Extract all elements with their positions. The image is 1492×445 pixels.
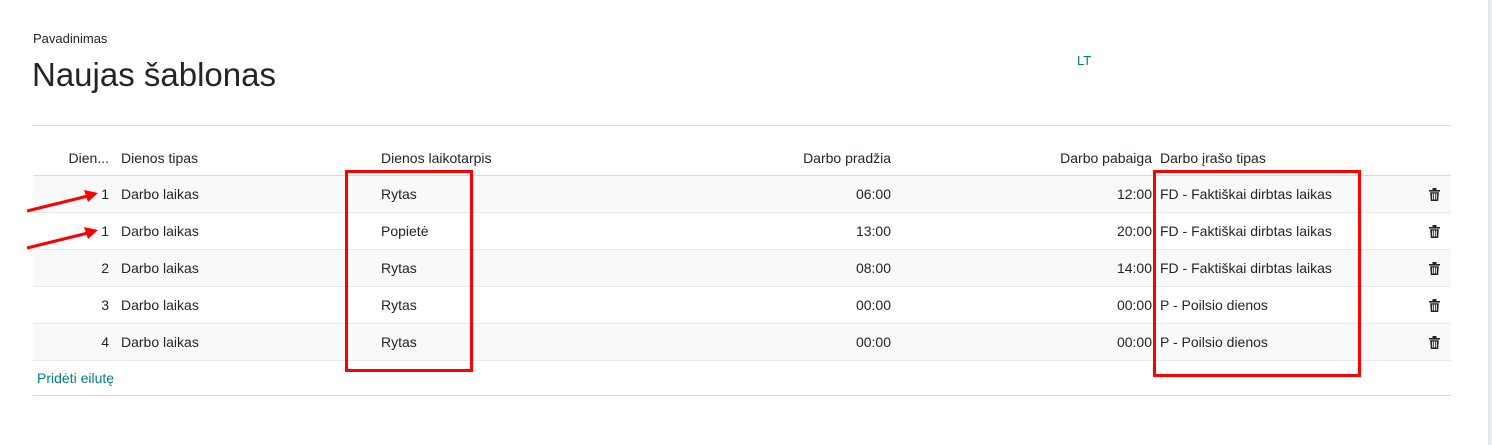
day-type-cell[interactable]: Darbo laikas <box>121 324 371 360</box>
annotation-box-period <box>345 170 473 372</box>
end-cell[interactable]: 00:00 <box>901 287 1152 323</box>
trash-icon <box>1428 187 1440 201</box>
delete-button[interactable] <box>1421 287 1447 323</box>
day-type-cell[interactable]: Darbo laikas <box>121 213 371 249</box>
start-cell[interactable]: 00:00 <box>691 287 891 323</box>
end-cell[interactable]: 20:00 <box>901 213 1152 249</box>
divider <box>33 125 1451 126</box>
annotation-arrow-icon <box>26 227 98 250</box>
day-cell[interactable]: 4 <box>33 324 109 360</box>
day-type-cell[interactable]: Darbo laikas <box>121 176 371 212</box>
start-cell[interactable]: 06:00 <box>691 176 891 212</box>
language-button[interactable]: LT <box>1077 53 1091 68</box>
day-type-cell[interactable]: Darbo laikas <box>121 250 371 286</box>
delete-button[interactable] <box>1421 213 1447 249</box>
start-cell[interactable]: 08:00 <box>691 250 891 286</box>
end-cell[interactable]: 14:00 <box>901 250 1152 286</box>
header-end[interactable]: Darbo pabaiga <box>901 140 1152 175</box>
add-line-link[interactable]: Pridėti eilutę <box>37 370 114 386</box>
start-cell[interactable]: 13:00 <box>691 213 891 249</box>
annotation-arrows <box>26 190 98 250</box>
delete-button[interactable] <box>1421 250 1447 286</box>
divider <box>33 395 1451 396</box>
trash-icon <box>1428 298 1440 312</box>
trash-icon <box>1428 335 1440 349</box>
trash-icon <box>1428 261 1440 275</box>
day-cell[interactable]: 3 <box>33 287 109 323</box>
annotation-arrow-icon <box>26 190 98 213</box>
start-cell[interactable]: 00:00 <box>691 324 891 360</box>
scrollbar[interactable] <box>1488 0 1492 445</box>
annotation-box-record-type <box>1153 170 1361 377</box>
end-cell[interactable]: 00:00 <box>901 324 1152 360</box>
form-page: Pavadinimas Naujas šablonas LT Dien... D… <box>0 0 1492 445</box>
end-cell[interactable]: 12:00 <box>901 176 1152 212</box>
delete-button[interactable] <box>1421 324 1447 360</box>
day-type-cell[interactable]: Darbo laikas <box>121 287 371 323</box>
delete-button[interactable] <box>1421 176 1447 212</box>
trash-icon <box>1428 224 1440 238</box>
header-start[interactable]: Darbo pradžia <box>691 140 891 175</box>
header-day-type[interactable]: Dienos tipas <box>121 140 371 175</box>
